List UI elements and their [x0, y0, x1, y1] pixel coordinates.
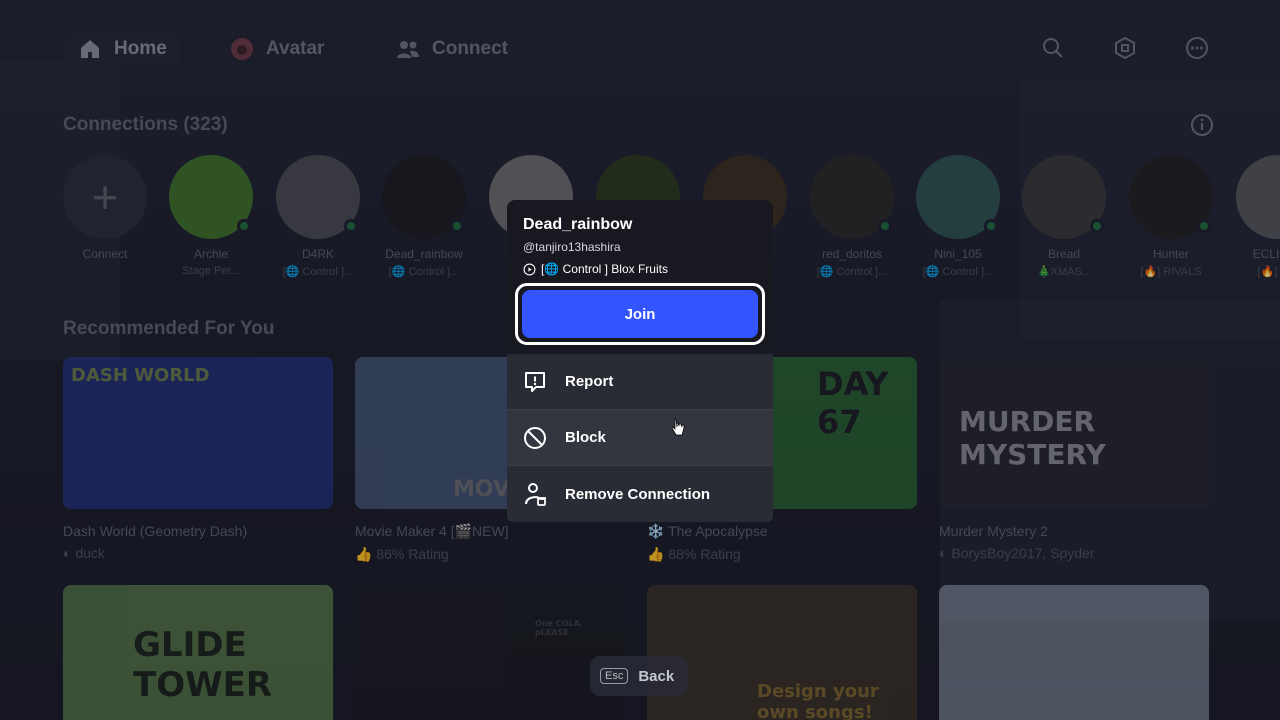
menu-block-label: Block [565, 429, 606, 446]
join-button-focus-ring: Join [515, 283, 765, 345]
block-icon [524, 426, 546, 449]
pointer-cursor-icon [671, 418, 685, 436]
play-circle-icon [523, 263, 536, 275]
popup-display-name: Dead_rainbow [523, 216, 633, 233]
menu-block[interactable]: Block [507, 410, 773, 466]
popup-status-text: [🌐 Control ] Blox Fruits [541, 262, 668, 276]
back-hint[interactable]: Esc Back [590, 656, 689, 696]
menu-remove-connection[interactable]: Remove Connection [507, 466, 773, 522]
report-icon [525, 371, 545, 392]
menu-report[interactable]: Report [507, 354, 773, 410]
esc-key-icon: Esc [600, 668, 629, 684]
menu-remove-connection-label: Remove Connection [565, 485, 711, 503]
popup-handle: @tanjiro13hashira [523, 240, 621, 254]
popup-status: [🌐 Control ] Blox Fruits [523, 262, 668, 276]
menu-report-label: Report [565, 373, 614, 390]
back-label: Back [638, 667, 675, 685]
remove-connection-icon [525, 483, 546, 506]
connection-menu: Report Block Remove Connection [507, 354, 773, 522]
join-button[interactable]: Join [522, 290, 758, 338]
